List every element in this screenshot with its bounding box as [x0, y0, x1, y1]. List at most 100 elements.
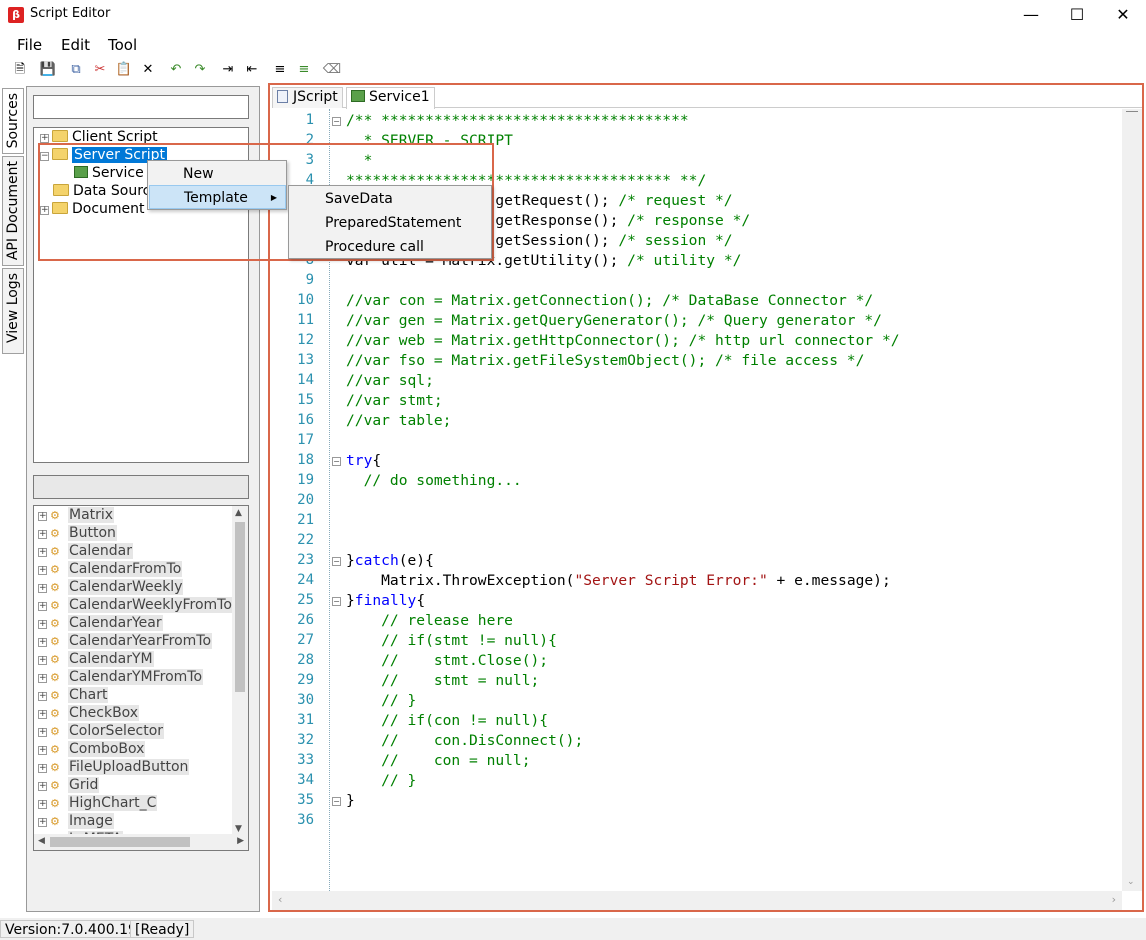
- uncomment-icon[interactable]: ≡: [294, 60, 314, 80]
- tree-node-data-source[interactable]: Data Sourc: [53, 182, 150, 200]
- submenu-savedata[interactable]: SaveData: [290, 187, 490, 211]
- expand-icon[interactable]: +: [38, 638, 47, 647]
- tab-view-logs[interactable]: View Logs: [2, 268, 24, 354]
- api-tree-item[interactable]: + ⚙ Grid: [38, 776, 100, 794]
- context-menu-new[interactable]: New: [149, 162, 286, 186]
- expand-icon[interactable]: +: [38, 782, 47, 791]
- expand-icon[interactable]: +: [38, 620, 47, 629]
- menu-tool[interactable]: Tool: [108, 36, 137, 54]
- collapse-icon: −: [40, 151, 49, 161]
- code-token: finally: [354, 592, 417, 609]
- fold-toggle-icon[interactable]: −: [332, 457, 341, 466]
- api-tree-scroll-thumb[interactable]: [235, 522, 245, 692]
- api-tree-item[interactable]: + ⚙ Image: [38, 812, 114, 830]
- redo-icon[interactable]: ↷: [190, 60, 210, 80]
- save-icon[interactable]: 💾: [38, 60, 58, 80]
- paste-icon[interactable]: 📋: [114, 60, 134, 80]
- expand-icon[interactable]: +: [38, 566, 47, 575]
- editor-vscroll[interactable]: ⌄: [1122, 109, 1142, 891]
- api-tree-item[interactable]: + ⚙ CalendarWeeklyFromTo: [38, 596, 233, 614]
- source-filter-input[interactable]: [33, 95, 249, 119]
- submenu-preparedstatement[interactable]: PreparedStatement: [290, 211, 490, 235]
- api-tree-item[interactable]: + ⚙ FileUploadButton: [38, 758, 190, 776]
- minimize-button[interactable]: —: [1008, 0, 1054, 30]
- api-tree-item[interactable]: + ⚙ CalendarYM: [38, 650, 154, 668]
- expand-icon[interactable]: +: [38, 692, 47, 701]
- new-file-icon[interactable]: 🗎: [10, 60, 30, 80]
- api-tree-item[interactable]: + ⚙ CalendarYMFromTo: [38, 668, 204, 686]
- context-menu-template[interactable]: Template ▶: [149, 185, 286, 209]
- expand-icon[interactable]: +: [38, 602, 47, 611]
- fold-toggle-icon[interactable]: −: [332, 797, 341, 806]
- api-tree-item[interactable]: + ⚙ Calendar: [38, 542, 133, 560]
- tab-sources[interactable]: Sources: [2, 88, 24, 154]
- api-tree-item[interactable]: + ⚙ CalendarWeekly: [38, 578, 184, 596]
- api-tree-item[interactable]: + ⚙ Button: [38, 524, 117, 542]
- component-icon: ⚙: [50, 563, 60, 576]
- indent-icon[interactable]: ⇥: [218, 60, 238, 80]
- api-tree-item[interactable]: + ⚙ CalendarYear: [38, 614, 163, 632]
- line-number: 28: [297, 652, 314, 668]
- tree-node-service[interactable]: Service: [74, 164, 144, 182]
- code-token: "Server Script Error:": [574, 572, 768, 589]
- api-tree-vscroll[interactable]: ▲ ▼: [232, 506, 248, 836]
- code-token: //var con = Matrix.getConnection(); /* D…: [346, 292, 874, 309]
- line-number: 2: [305, 132, 314, 148]
- line-number: 31: [297, 712, 314, 728]
- api-tree-item[interactable]: + ⚙ HighChart_C: [38, 794, 158, 812]
- api-tree-hscroll[interactable]: ◀ ▶: [34, 834, 248, 850]
- status-state: [Ready]: [130, 920, 195, 938]
- fold-toggle-icon[interactable]: −: [332, 597, 341, 606]
- api-tree-item[interactable]: + ⚙ ComboBox: [38, 740, 146, 758]
- copy-icon[interactable]: ⧉: [66, 60, 86, 80]
- close-button[interactable]: ✕: [1100, 0, 1146, 30]
- expand-icon[interactable]: +: [38, 674, 47, 683]
- outdent-icon[interactable]: ⇤: [242, 60, 262, 80]
- code-token: {: [372, 452, 382, 469]
- comment-icon[interactable]: ≡: [270, 60, 290, 80]
- api-tree-item[interactable]: + ⚙ CalendarFromTo: [38, 560, 183, 578]
- api-tree-item[interactable]: + ⚙ Matrix: [38, 506, 115, 524]
- api-tree-item[interactable]: + ⚙ Chart: [38, 686, 109, 704]
- expand-icon[interactable]: +: [38, 548, 47, 557]
- expand-icon[interactable]: +: [38, 728, 47, 737]
- api-tree-hscroll-thumb[interactable]: [50, 837, 190, 847]
- eraser-icon[interactable]: ⌫: [322, 60, 342, 80]
- code-line: }finally{: [346, 591, 425, 611]
- api-tree-item[interactable]: + ⚙ CalendarYearFromTo: [38, 632, 213, 650]
- expand-icon[interactable]: +: [38, 746, 47, 755]
- cut-icon[interactable]: ✂: [90, 60, 110, 80]
- maximize-button[interactable]: ☐: [1054, 0, 1100, 30]
- code-line: }catch(e){: [346, 551, 434, 571]
- code-line: Matrix.ThrowException("Server Script Err…: [346, 571, 891, 591]
- code-line: //var stmt;: [346, 391, 443, 411]
- tree-node-client-script[interactable]: + Client Script: [40, 128, 158, 146]
- script-icon: [74, 166, 88, 178]
- fold-toggle-icon[interactable]: −: [332, 117, 341, 126]
- delete-icon[interactable]: ✕: [138, 60, 158, 80]
- expand-icon[interactable]: +: [38, 764, 47, 773]
- tree-node-document[interactable]: + Document: [40, 200, 145, 218]
- expand-icon[interactable]: +: [38, 656, 47, 665]
- editor-hscroll[interactable]: ‹ ›: [272, 891, 1122, 910]
- expand-icon[interactable]: +: [38, 818, 47, 827]
- expand-icon[interactable]: +: [38, 512, 47, 521]
- api-tree-item-label: ComboBox: [68, 741, 146, 757]
- api-tree-item[interactable]: + ⚙ CheckBox: [38, 704, 140, 722]
- api-tree-item[interactable]: + ⚙ ColorSelector: [38, 722, 165, 740]
- menu-edit[interactable]: Edit: [61, 36, 90, 54]
- expand-icon[interactable]: +: [38, 710, 47, 719]
- expand-icon[interactable]: +: [38, 530, 47, 539]
- expand-icon[interactable]: +: [38, 584, 47, 593]
- tab-jscript[interactable]: JScript: [272, 87, 343, 108]
- undo-icon[interactable]: ↶: [166, 60, 186, 80]
- tab-service1[interactable]: Service1: [346, 87, 435, 109]
- submenu-procedure-call[interactable]: Procedure call: [290, 235, 490, 259]
- line-number: 19: [297, 472, 314, 488]
- line-number: 17: [297, 432, 314, 448]
- expand-icon[interactable]: +: [38, 800, 47, 809]
- fold-toggle-icon[interactable]: −: [332, 557, 341, 566]
- menu-file[interactable]: File: [17, 36, 42, 54]
- tab-api-document[interactable]: API Document: [2, 156, 24, 266]
- api-filter-input[interactable]: [33, 475, 249, 499]
